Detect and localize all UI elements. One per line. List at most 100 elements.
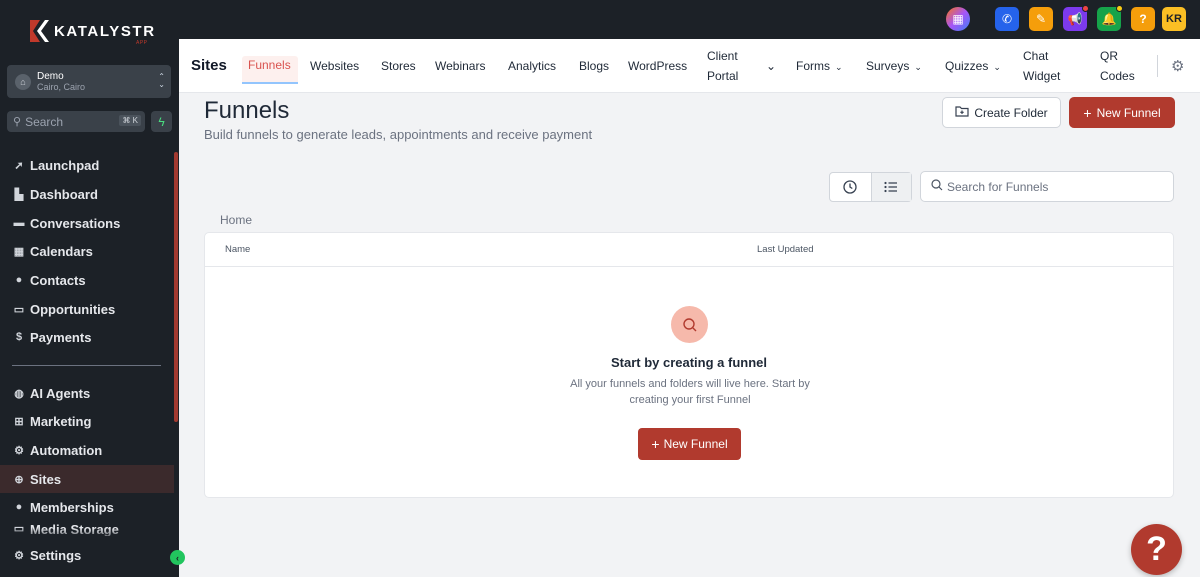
section-title: Sites	[191, 57, 227, 74]
gear-icon: ⚙	[14, 549, 24, 562]
bell-icon[interactable]: 🔔	[1097, 5, 1123, 31]
sidebar-search[interactable]: ⚲ Search ⌘ K	[7, 111, 145, 132]
funnels-table: Name Last Updated Start by creating a fu…	[204, 232, 1174, 498]
empty-state-title: Start by creating a funnel	[610, 355, 768, 370]
sites-subnav: Sites Funnels Websites Stores Webinars A…	[179, 39, 1200, 93]
dollar-icon: $	[15, 331, 23, 343]
chat-icon: ▬	[13, 217, 25, 229]
empty-state-text: All your funnels and folders will live h…	[545, 376, 835, 408]
column-last-updated[interactable]: Last Updated	[757, 244, 814, 255]
sidebar-item-label: Memberships	[30, 499, 114, 515]
sidebar-item-label: Opportunities	[30, 301, 116, 317]
sidebar-search-placeholder: Search	[25, 114, 64, 129]
calendar-icon: ▦	[13, 245, 25, 258]
app-switcher-icon[interactable]: ▦	[946, 7, 970, 31]
group-icon: ●	[15, 501, 23, 513]
globe-icon: ⊕	[14, 473, 24, 486]
funnel-search-input[interactable]: Search for Funnels	[920, 171, 1174, 202]
user-avatar[interactable]: KR	[1162, 7, 1186, 31]
sidebar-item-settings[interactable]: ⚙ Settings	[0, 541, 174, 569]
sidebar-item-conversations[interactable]: ▬ Conversations	[0, 209, 174, 237]
sidebar-item-label: Automation	[30, 442, 103, 458]
sidebar-item-automation[interactable]: ⚙ Automation	[0, 436, 174, 464]
view-toggle	[829, 172, 912, 202]
chevron-updown-icon: ⌃ ⌄	[158, 72, 165, 89]
floating-help-icon[interactable]: ?	[1131, 524, 1182, 575]
recent-view-clock-icon[interactable]	[830, 173, 871, 201]
create-folder-button[interactable]: Create Folder	[942, 97, 1061, 128]
sidebar-item-opportunities[interactable]: ▭ Opportunities	[0, 295, 174, 323]
tab-label-line1: Chat	[1023, 49, 1049, 63]
quick-action-bolt-icon[interactable]: ϟ	[151, 111, 172, 132]
sidebar-scrollbar[interactable]	[174, 152, 178, 422]
sidebar-item-ai-agents[interactable]: ◍ AI Agents	[0, 379, 174, 407]
subnav-divider	[1157, 55, 1158, 77]
page-title: Funnels	[204, 97, 290, 124]
empty-state-line1: All your funnels and folders will live h…	[570, 378, 810, 390]
chevron-down-icon: ⌄	[835, 62, 843, 72]
active-tab-underline	[242, 82, 298, 84]
tab-client-portal[interactable]: Client Portal	[707, 46, 738, 86]
sidebar-item-label: Payments	[30, 329, 92, 345]
tab-forms[interactable]: Forms ⌄	[796, 56, 843, 77]
sidebar-item-calendars[interactable]: ▦ Calendars	[0, 237, 174, 265]
sidebar-item-label: Calendars	[30, 243, 93, 259]
sidebar-item-memberships[interactable]: ● Memberships	[0, 493, 174, 521]
tab-websites[interactable]: Websites	[310, 56, 359, 76]
tab-quizzes[interactable]: Quizzes ⌄	[945, 56, 1001, 77]
sidebar-item-dashboard[interactable]: ▙ Dashboard	[0, 180, 174, 208]
empty-state-line2: creating your first Funnel	[629, 394, 751, 406]
phone-icon[interactable]: ✆	[995, 7, 1019, 31]
megaphone-icon[interactable]: 📢	[1063, 5, 1089, 31]
sidebar-item-contacts[interactable]: ● Contacts	[0, 266, 174, 294]
chart-icon: ▙	[14, 188, 24, 201]
account-switcher[interactable]: ⌂ Demo Cairo, Cairo ⌃ ⌄	[7, 65, 171, 98]
tab-label: Forms	[796, 59, 830, 73]
help-icon[interactable]: ?	[1131, 7, 1155, 31]
top-bar: ▦ ✆ ✎ 📢 🔔 ? KR	[179, 0, 1200, 39]
search-icon	[931, 179, 943, 194]
sidebar-item-sites[interactable]: ⊕ Sites	[0, 465, 174, 493]
sidebar-item-payments[interactable]: $ Payments	[0, 323, 174, 351]
tab-label-line1: Client	[707, 49, 738, 63]
cart-icon: ⊞	[14, 415, 24, 428]
account-name: Demo	[37, 70, 64, 82]
sidebar-item-label: Marketing	[30, 413, 92, 429]
search-shortcut: ⌘ K	[119, 115, 141, 126]
gears-icon: ⚙	[14, 444, 24, 457]
tab-funnels[interactable]: Funnels	[248, 55, 291, 75]
new-funnel-button[interactable]: + New Funnel	[1069, 97, 1175, 128]
account-location: Cairo, Cairo	[37, 81, 86, 92]
chevron-down-icon: ⌄	[914, 62, 922, 72]
empty-new-funnel-button[interactable]: + New Funnel	[638, 428, 741, 460]
tab-webinars[interactable]: Webinars	[435, 56, 485, 76]
settings-gear-icon[interactable]: ⚙	[1171, 57, 1184, 75]
tab-surveys[interactable]: Surveys ⌄	[866, 56, 922, 77]
sidebar-item-launchpad[interactable]: ➚ Launchpad	[0, 151, 174, 179]
robot-icon: ◍	[14, 387, 24, 400]
tab-analytics[interactable]: Analytics	[508, 56, 556, 76]
create-folder-label: Create Folder	[974, 105, 1048, 120]
table-header: Name Last Updated	[205, 233, 1173, 267]
briefcase-icon: ▭	[13, 303, 25, 316]
brand-tag: APP	[136, 40, 148, 46]
column-name[interactable]: Name	[225, 244, 250, 255]
tab-qr-codes[interactable]: QR Codes	[1100, 46, 1135, 86]
brand-name: KATALYSTR	[54, 22, 156, 40]
tab-chat-widget[interactable]: Chat Widget	[1023, 46, 1060, 86]
empty-new-funnel-label: New Funnel	[663, 437, 728, 451]
tab-label: Quizzes	[945, 59, 989, 73]
list-view-icon[interactable]	[870, 173, 911, 201]
tab-label-line2: Widget	[1023, 69, 1061, 83]
tab-wordpress[interactable]: WordPress	[628, 56, 687, 76]
folder-plus-icon	[955, 105, 969, 120]
collapse-sidebar-icon[interactable]: ‹	[170, 550, 185, 565]
client-portal-chevron-down-icon[interactable]: ⌄	[766, 56, 776, 76]
sidebar-item-marketing[interactable]: ⊞ Marketing	[0, 407, 174, 435]
breadcrumb[interactable]: Home	[220, 213, 252, 227]
tab-stores[interactable]: Stores	[381, 56, 416, 76]
sidebar-item-label: Dashboard	[30, 186, 98, 202]
sidebar-fade	[0, 528, 174, 542]
tab-blogs[interactable]: Blogs	[579, 56, 609, 76]
magic-wand-icon[interactable]: ✎	[1029, 7, 1053, 31]
